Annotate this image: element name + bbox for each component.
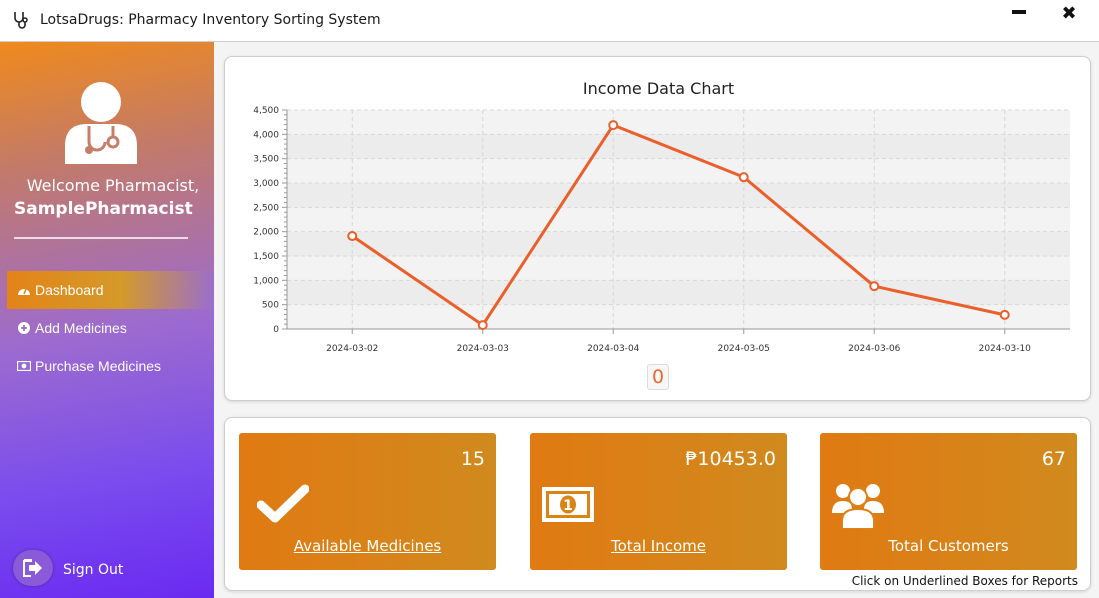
stat-value: ₱10453.0: [685, 448, 776, 470]
x-tick-label: 2024-03-02: [326, 344, 378, 354]
sign-out-label[interactable]: Sign Out: [63, 562, 123, 578]
grid-band: [287, 231, 1070, 256]
y-tick-label: 2,000: [253, 228, 279, 238]
sidebar-item-dashboard[interactable]: Dashboard: [7, 271, 214, 309]
stat-label[interactable]: Total Income: [530, 537, 787, 555]
main-content: Income Data Chart 0 500 1,000 1,500 2,000 2,5…: [214, 42, 1099, 598]
stats-card: 15 Available Medicines ₱10453.0 1 Total …: [224, 417, 1091, 591]
y-tick-label: 3,500: [253, 155, 279, 165]
reports-hint: Click on Underlined Boxes for Reports: [851, 574, 1078, 588]
stat-value: 15: [460, 448, 485, 470]
window-title: LotsaDrugs: Pharmacy Inventory Sorting S…: [40, 12, 381, 28]
minimize-button[interactable]: [1012, 10, 1026, 24]
sidebar-divider: [14, 237, 188, 239]
x-tick-label: 2024-03-04: [587, 344, 640, 354]
grid-band: [287, 280, 1070, 305]
data-point: [608, 120, 619, 131]
x-tick-label: 2024-03-10: [979, 344, 1032, 354]
x-tick-label: 2024-03-03: [457, 344, 509, 354]
money-bill-icon: 1: [542, 487, 594, 522]
grid-band: [287, 183, 1070, 208]
data-point: [999, 309, 1010, 320]
sign-out-icon: [23, 559, 42, 577]
money-icon: [17, 359, 31, 373]
sidebar-item-label: Dashboard: [35, 282, 104, 298]
data-point: [477, 320, 488, 331]
stat-label: Total Customers: [888, 537, 1009, 555]
y-tick-label: 1,000: [253, 276, 279, 286]
sidebar-item-label: Add Medicines: [35, 320, 127, 336]
income-line-chart: 0 500 1,000 1,500 2,000 2,500 3,000 3,500 4,000 4…: [253, 106, 1070, 354]
data-point: [738, 172, 749, 183]
grid-band: [287, 134, 1070, 159]
y-tick-label: 2,500: [253, 203, 279, 213]
data-point: [869, 281, 880, 292]
x-tick-label: 2024-03-06: [848, 344, 901, 354]
close-button[interactable]: ✖: [1060, 4, 1078, 24]
y-tick-label: 3,000: [253, 179, 279, 189]
y-tick-label: 4,500: [253, 106, 279, 116]
stat-total-customers: 67 Total Customers: [820, 433, 1077, 570]
sidebar-item-purchase-medicines[interactable]: Purchase Medicines: [7, 347, 214, 385]
stethoscope-icon: [14, 12, 28, 29]
sidebar-item-add-medicines[interactable]: Add Medicines: [7, 309, 214, 347]
sidebar-item-label: Purchase Medicines: [35, 358, 162, 374]
sidebar: Welcome Pharmacist, SamplePharmacist Das…: [0, 42, 214, 598]
doctor-avatar-icon: [65, 82, 137, 164]
stat-total-income[interactable]: ₱10453.0 1 Total Income: [530, 433, 787, 570]
plus-circle-icon: [17, 321, 31, 335]
y-tick-label: 500: [262, 301, 279, 311]
y-tick-label: 1,500: [253, 252, 279, 262]
y-tick-label: 4,000: [253, 130, 279, 140]
checkmark-icon: [257, 484, 309, 523]
dashboard-icon: [17, 283, 31, 297]
income-chart-card: Income Data Chart 0 500 1,000 1,500 2,000 2,5…: [224, 56, 1091, 401]
username: SamplePharmacist: [14, 199, 193, 219]
y-tick-label: 0: [273, 325, 279, 335]
data-point: [347, 231, 358, 242]
stat-label[interactable]: Available Medicines: [239, 537, 496, 555]
title-bar: LotsaDrugs: Pharmacy Inventory Sorting S…: [0, 0, 1099, 42]
sign-out-button[interactable]: [13, 550, 53, 586]
users-icon: [832, 484, 884, 529]
welcome-text: Welcome Pharmacist,: [26, 176, 200, 195]
stat-value: 67: [1041, 448, 1066, 470]
counter-badge: 0: [647, 364, 669, 390]
x-tick-label: 2024-03-05: [718, 344, 770, 354]
svg-text:1: 1: [563, 498, 573, 514]
stat-available-medicines[interactable]: 15 Available Medicines: [239, 433, 496, 570]
